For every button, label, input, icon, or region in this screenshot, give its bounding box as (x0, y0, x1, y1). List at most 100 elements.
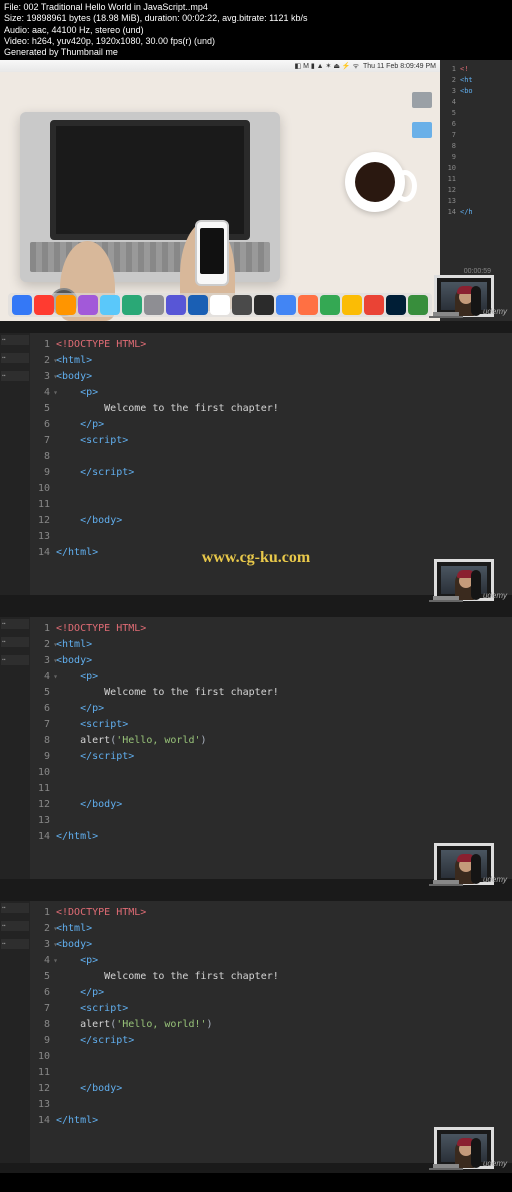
code-line[interactable]: 7 <script> (30, 1001, 512, 1017)
folder-icon[interactable] (412, 122, 432, 138)
code-line[interactable]: 3▾<body> (30, 653, 512, 669)
editor-tabbar[interactable] (0, 321, 512, 333)
code-line[interactable]: 1<!DOCTYPE HTML> (30, 337, 512, 353)
fold-icon[interactable]: ▾ (53, 353, 58, 369)
code-line: 5 (442, 108, 512, 119)
code-line[interactable]: 8 alert('Hello, world') (30, 733, 512, 749)
code-line[interactable]: 3▾<body> (30, 369, 512, 385)
code-line[interactable]: 2▾<html> (30, 353, 512, 369)
dock-app-icon[interactable] (34, 295, 54, 315)
dock-app-icon[interactable] (386, 295, 406, 315)
file-tree[interactable]: ▪▪▪▪▪▪ (0, 617, 30, 879)
code-line[interactable]: 3▾<body> (30, 937, 512, 953)
code-line[interactable]: 13 (30, 1097, 512, 1113)
folder-icon[interactable] (412, 92, 432, 108)
file-tree[interactable]: ▪▪▪▪▪▪ (0, 901, 30, 1163)
code-line[interactable]: 7 <script> (30, 717, 512, 733)
code-line[interactable]: 8 alert('Hello, world!') (30, 1017, 512, 1033)
code-line[interactable]: 5 Welcome to the first chapter! (30, 685, 512, 701)
code-line[interactable]: 11 (30, 497, 512, 513)
code-text: </body> (56, 797, 122, 813)
code-line[interactable]: 9 </script> (30, 465, 512, 481)
code-line[interactable]: 11 (30, 1065, 512, 1081)
code-line[interactable]: 12 </body> (30, 797, 512, 813)
dock-app-icon[interactable] (122, 295, 142, 315)
code-line[interactable]: 2▾<html> (30, 637, 512, 653)
dock-app-icon[interactable] (298, 295, 318, 315)
code-line[interactable]: 9 </script> (30, 749, 512, 765)
code-line[interactable]: 12 </body> (30, 513, 512, 529)
monitor-base (429, 316, 463, 318)
dock-app-icon[interactable] (210, 295, 230, 315)
dock-app-icon[interactable] (364, 295, 384, 315)
fold-icon[interactable]: ▾ (53, 953, 58, 969)
code-line[interactable]: 4▾ <p> (30, 953, 512, 969)
line-number: 1 (442, 64, 456, 75)
dock-app-icon[interactable] (188, 295, 208, 315)
code-text: <body> (56, 653, 92, 669)
line-number: 3▾ (30, 937, 56, 953)
line-number: 4 (442, 97, 456, 108)
dock-app-icon[interactable] (100, 295, 120, 315)
code-editor[interactable]: 1<!DOCTYPE HTML>2▾<html>3▾<body>4▾ <p>5 … (30, 901, 512, 1163)
code-line[interactable]: 9 </script> (30, 1033, 512, 1049)
dock-app-icon[interactable] (276, 295, 296, 315)
code-line[interactable]: 8 (30, 449, 512, 465)
dock-app-icon[interactable] (166, 295, 186, 315)
editor-tabbar[interactable] (0, 605, 512, 617)
code-line[interactable]: 7 <script> (30, 433, 512, 449)
code-line[interactable]: 1<!DOCTYPE HTML> (30, 905, 512, 921)
dock-app-icon[interactable] (408, 295, 428, 315)
code-line[interactable]: 13 (30, 813, 512, 829)
code-editor[interactable]: 1<!DOCTYPE HTML>2▾<html>3▾<body>4▾ <p>5 … (30, 617, 512, 879)
dock-app-icon[interactable] (320, 295, 340, 315)
line-number: 7 (30, 1001, 56, 1017)
monitor-base (429, 884, 463, 886)
code-line[interactable]: 12 </body> (30, 1081, 512, 1097)
fold-icon[interactable]: ▾ (53, 369, 58, 385)
fold-icon[interactable]: ▾ (53, 385, 58, 401)
line-number: 9 (30, 465, 56, 481)
dock-app-icon[interactable] (342, 295, 362, 315)
desktop-folders[interactable] (412, 92, 432, 138)
code-text: </script> (56, 465, 134, 481)
code-line[interactable]: 11 (30, 781, 512, 797)
line-number: 8 (30, 1017, 56, 1033)
fold-icon[interactable]: ▾ (53, 637, 58, 653)
editor-tabbar[interactable] (0, 889, 512, 901)
code-line[interactable]: 6 </p> (30, 985, 512, 1001)
code-line[interactable]: 6 </p> (30, 417, 512, 433)
code-line[interactable]: 4▾ <p> (30, 669, 512, 685)
dock-app-icon[interactable] (254, 295, 274, 315)
fold-icon[interactable]: ▾ (53, 937, 58, 953)
code-line[interactable]: 5 Welcome to the first chapter! (30, 969, 512, 985)
code-line[interactable]: 5 Welcome to the first chapter! (30, 401, 512, 417)
code-line[interactable]: 4▾ <p> (30, 385, 512, 401)
fold-icon[interactable]: ▾ (53, 669, 58, 685)
fold-icon[interactable]: ▾ (53, 921, 58, 937)
dock-app-icon[interactable] (56, 295, 76, 315)
code-line[interactable]: 10 (30, 1049, 512, 1065)
line-number: 9 (442, 152, 456, 163)
code-line[interactable]: 10 (30, 765, 512, 781)
editor-thumbnail: ▪▪▪▪▪▪1<!DOCTYPE HTML>2▾<html>3▾<body>4▾… (0, 889, 512, 1173)
editor-thumbnail: ▪▪▪▪▪▪1<!DOCTYPE HTML>2▾<html>3▾<body>4▾… (0, 605, 512, 889)
line-number: 14 (30, 545, 56, 561)
line-number: 5 (30, 401, 56, 417)
code-line[interactable]: 13 (30, 529, 512, 545)
code-line[interactable]: 1<!DOCTYPE HTML> (30, 621, 512, 637)
code-line[interactable]: 2▾<html> (30, 921, 512, 937)
dock-app-icon[interactable] (12, 295, 32, 315)
webcam-feed (441, 282, 487, 310)
code-text: </html> (56, 545, 98, 561)
code-line[interactable]: 6 </p> (30, 701, 512, 717)
code-line: 3<bo (442, 86, 512, 97)
thumbnail-grid: ◧ M ▮ ▲ ✶ ⏏ ⚡ ᯤ Thu 11 Feb 8:09:49 PM (0, 60, 512, 1173)
code-line[interactable]: 10 (30, 481, 512, 497)
file-tree[interactable]: ▪▪▪▪▪▪ (0, 333, 30, 595)
dock-app-icon[interactable] (78, 295, 98, 315)
fold-icon[interactable]: ▾ (53, 653, 58, 669)
macos-dock[interactable] (8, 293, 432, 317)
dock-app-icon[interactable] (144, 295, 164, 315)
dock-app-icon[interactable] (232, 295, 252, 315)
